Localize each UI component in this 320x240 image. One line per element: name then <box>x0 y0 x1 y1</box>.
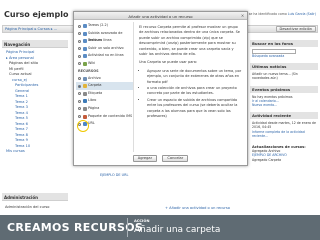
administration-title: Administración <box>2 193 68 201</box>
option-label: Subir un solo archivo <box>88 45 124 50</box>
radio-icon[interactable] <box>78 39 81 43</box>
module-icon <box>82 31 87 36</box>
module-icon <box>82 114 87 119</box>
module-icon <box>82 76 87 81</box>
navigation-list: Página Principal ▸ Área personal Páginas d… <box>2 48 68 157</box>
news-body: Añadir un nuevo tema... (Sin novedades a… <box>252 72 298 81</box>
dialog-title: Añadir una actividad o un recurso <box>74 12 247 20</box>
banner-title: CREAMOS RECURSOS <box>7 221 144 234</box>
option-label: Actividad no en línea <box>88 53 124 58</box>
banner-label: ACCIÓN <box>134 219 150 223</box>
search-forums-block: Buscar en los foros Búsqueda avanzada <box>250 40 318 60</box>
radio-icon[interactable] <box>78 47 81 51</box>
highlight-circle <box>77 120 89 132</box>
help-list-item: Agrupar una serie de documentos sobre un… <box>147 69 243 85</box>
recent-activity-block: Actividad reciente Actividad desde marte… <box>250 112 318 140</box>
activity-option[interactable]: Actividad no en línea <box>76 52 133 60</box>
option-label: Archivo <box>88 75 101 80</box>
new-event-link[interactable]: Nuevo evento... <box>252 103 316 107</box>
help-pane: El recurso Carpeta permite al profesor m… <box>136 22 246 152</box>
login-info: Usted se ha identificado como Luis Garcí… <box>239 12 317 16</box>
radio-icon[interactable] <box>78 84 81 88</box>
recent-activity-title: Actividad reciente <box>250 112 318 120</box>
banner-subtitle: Añadir una carpeta <box>134 225 221 235</box>
option-label: Carpeta <box>88 83 102 88</box>
option-label: Libro <box>88 98 97 103</box>
moodle-page: Curso ejemplo Usted se ha identificado c… <box>0 0 320 215</box>
help-list: Agrupar una serie de documentos sobre un… <box>139 69 243 120</box>
option-label: Wiki <box>88 60 96 65</box>
events-title: Eventos próximos <box>250 85 318 93</box>
help-list-item: Crear un espacio de subida de archivos c… <box>147 98 243 120</box>
module-icon <box>82 54 87 59</box>
resources-heading: RECURSOS <box>78 68 99 73</box>
add-activity-dialog: Añadir una actividad o un recurso × Tare… <box>73 11 248 166</box>
activity-option[interactable]: Wiki <box>76 60 133 68</box>
search-forums-title: Buscar en los foros <box>250 40 318 47</box>
activity-option[interactable]: Paquete de contenido IMS <box>76 113 133 121</box>
module-icon <box>82 24 87 28</box>
radio-icon[interactable] <box>78 99 81 103</box>
caption-banner: CREAMOS RECURSOS ACCIÓN Añadir una carpe… <box>0 215 320 240</box>
option-label: URL <box>88 121 95 126</box>
radio-icon[interactable] <box>78 32 81 36</box>
activity-option[interactable]: Subida avanzada de archivos <box>76 30 133 42</box>
help-paragraph-1: El recurso Carpeta permite al profesor m… <box>139 25 240 57</box>
course-updates-block: Actualizaciones de cursos: Agregado Arch… <box>250 143 318 164</box>
news-block: Últimas noticias Añadir un nuevo tema...… <box>250 63 318 82</box>
right-column: Buscar en los foros Búsqueda avanzada Úl… <box>250 40 318 167</box>
course-admin-link[interactable]: Administración del curso <box>5 205 49 209</box>
help-list-item: o una colección de archivos para crear u… <box>147 86 243 97</box>
radio-icon[interactable] <box>78 107 81 111</box>
course-title: Curso ejemplo <box>4 10 69 19</box>
advanced-search-link[interactable]: Búsqueda avanzada <box>252 54 316 58</box>
dialog-buttons: Agregar Cancelar <box>74 155 247 163</box>
option-label: Tareas (2.2) <box>88 23 108 27</box>
module-icon <box>82 106 87 111</box>
full-report-link[interactable]: Informe completo de la actividad recient… <box>252 130 316 138</box>
radio-icon[interactable] <box>78 115 81 119</box>
add-activity-link[interactable]: + Añadir una actividad o un recurso <box>165 206 230 210</box>
radio-icon[interactable] <box>78 92 81 96</box>
help-paragraph-2: Una Carpeta se puede usar para: <box>139 60 198 65</box>
navigation-block: Navegación Página Principal ▸ Área person… <box>2 40 68 190</box>
navigation-title: Navegación <box>2 40 68 48</box>
radio-icon[interactable] <box>78 62 81 66</box>
update-3: Agregado Carpeta <box>252 157 282 162</box>
activity-option[interactable]: Página <box>76 105 133 113</box>
activity-option[interactable]: Tareas (2.2) <box>76 22 133 30</box>
module-icon <box>82 61 87 66</box>
module-icon <box>82 91 87 96</box>
radio-icon[interactable] <box>78 24 81 28</box>
recent-activity-body: Actividad desde martes, 12 de enero de 2… <box>252 121 316 130</box>
option-label: Etiqueta <box>88 90 103 95</box>
module-icon <box>82 99 87 104</box>
activity-option[interactable]: Libro <box>76 97 133 105</box>
radio-icon[interactable] <box>78 54 81 58</box>
module-icon <box>82 39 87 44</box>
login-user-link[interactable]: Luis García (Salir) <box>288 12 316 16</box>
banner-divider <box>127 218 128 237</box>
option-label: Página <box>88 105 100 110</box>
option-label: Paquete de contenido IMS <box>88 113 133 118</box>
radio-icon[interactable] <box>78 77 81 81</box>
events-block: Eventos próximos No hay eventos próximos… <box>250 85 318 110</box>
module-icon <box>82 84 87 89</box>
cancel-button[interactable]: Cancelar <box>162 155 189 162</box>
activity-option[interactable]: Texto en línea <box>76 37 133 45</box>
toggle-edit-button[interactable]: Desactivar edición <box>275 26 316 32</box>
news-title: Últimas noticias <box>250 63 318 71</box>
activity-option[interactable]: Archivo <box>76 75 133 83</box>
breadcrumb-text[interactable]: Página Principal ▸ Cursos ▸ ... <box>5 27 57 31</box>
module-icon <box>82 46 87 51</box>
url-resource-link[interactable]: EJEMPLO DE URL <box>100 173 128 177</box>
nav-item[interactable]: Mis cursos <box>4 149 66 155</box>
activity-option[interactable]: Etiqueta <box>76 90 133 98</box>
option-label: Texto en línea <box>88 38 112 43</box>
activity-options-list: Tareas (2.2) Subida avanzada de archivos T… <box>76 22 134 152</box>
activity-option[interactable]: Carpeta <box>76 82 133 90</box>
add-button[interactable]: Agregar <box>132 155 158 162</box>
close-icon[interactable]: × <box>240 13 245 18</box>
activity-option[interactable]: Subir un solo archivo <box>76 45 133 53</box>
